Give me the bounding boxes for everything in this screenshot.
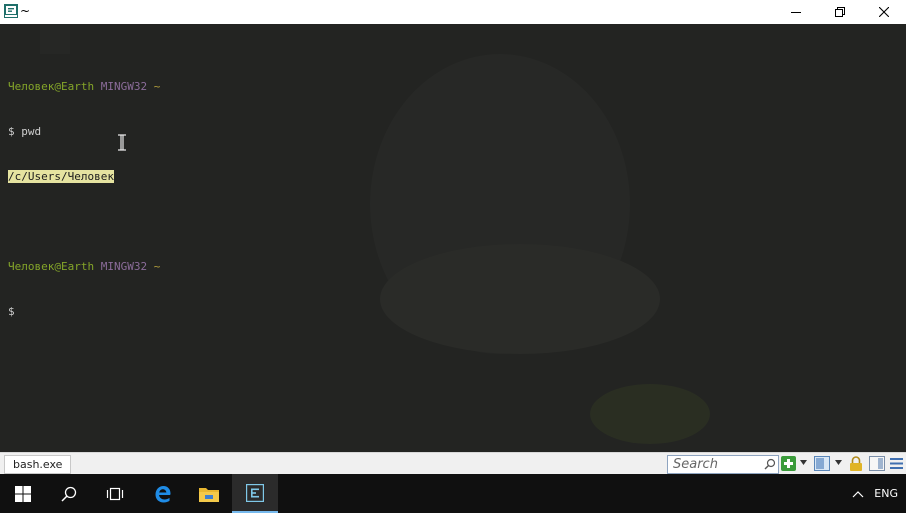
restore-icon bbox=[835, 7, 845, 17]
edge-button[interactable] bbox=[140, 474, 186, 513]
search-icon bbox=[61, 486, 77, 502]
edge-icon bbox=[155, 485, 171, 502]
window-title: ~ bbox=[20, 4, 31, 18]
tab-bash[interactable]: bash.exe bbox=[4, 455, 72, 474]
command-line: $ pwd bbox=[8, 125, 42, 138]
command-output: /c/Users/Человек bbox=[8, 170, 114, 183]
add-tab-icon[interactable] bbox=[781, 456, 796, 471]
terminal-app-icon[interactable] bbox=[4, 4, 18, 18]
minimize-icon bbox=[791, 12, 801, 13]
terminal-output: Человек@Earth MINGW32 ~ $ pwd /c/Users/Ч… bbox=[8, 49, 160, 349]
close-icon bbox=[879, 7, 889, 17]
menu-icon[interactable] bbox=[889, 456, 904, 471]
title-bar: ~ bbox=[0, 0, 906, 24]
chevron-up-icon[interactable] bbox=[852, 490, 864, 498]
terminal-taskbar-button[interactable] bbox=[232, 474, 278, 513]
task-view-icon bbox=[106, 487, 124, 500]
taskbar-search-button[interactable] bbox=[46, 474, 92, 513]
start-icon bbox=[15, 485, 31, 502]
command-line[interactable]: $ bbox=[8, 304, 160, 319]
restore-button[interactable] bbox=[818, 0, 862, 24]
language-indicator[interactable]: ENG bbox=[874, 487, 898, 500]
view-icon[interactable] bbox=[814, 456, 830, 471]
prompt-dir: ~ bbox=[153, 260, 161, 273]
close-button[interactable] bbox=[862, 0, 906, 24]
file-explorer-button[interactable] bbox=[186, 474, 232, 513]
status-bar: bash.exe Search bbox=[0, 452, 906, 474]
minimize-button[interactable] bbox=[774, 0, 818, 24]
terminal-icon bbox=[246, 483, 264, 502]
prompt-host: MINGW32 bbox=[100, 260, 148, 273]
prompt-line: Человек@Earth MINGW32 ~ bbox=[8, 79, 160, 94]
text-cursor-icon bbox=[118, 134, 126, 151]
search-input[interactable]: Search bbox=[667, 455, 779, 474]
prompt-line: Человек@Earth MINGW32 ~ bbox=[8, 259, 160, 274]
prompt-user: Человек@Earth bbox=[8, 260, 95, 273]
search-icon[interactable] bbox=[764, 458, 776, 470]
file-explorer-icon bbox=[199, 487, 219, 502]
dropdown-icon[interactable] bbox=[800, 460, 807, 465]
lock-icon[interactable] bbox=[849, 456, 863, 471]
system-tray: ENG bbox=[852, 474, 898, 513]
dropdown-icon[interactable] bbox=[835, 460, 842, 465]
start-button[interactable] bbox=[0, 474, 46, 513]
search-placeholder: Search bbox=[673, 457, 718, 472]
prompt-user: Человек@Earth bbox=[8, 80, 95, 93]
taskbar: ENG bbox=[0, 474, 906, 513]
prompt-dir: ~ bbox=[153, 80, 161, 93]
terminal-area[interactable]: Человек@Earth MINGW32 ~ $ pwd /c/Users/Ч… bbox=[0, 24, 906, 452]
panel-icon[interactable] bbox=[869, 456, 885, 471]
task-view-button[interactable] bbox=[92, 474, 138, 513]
prompt-host: MINGW32 bbox=[100, 80, 148, 93]
